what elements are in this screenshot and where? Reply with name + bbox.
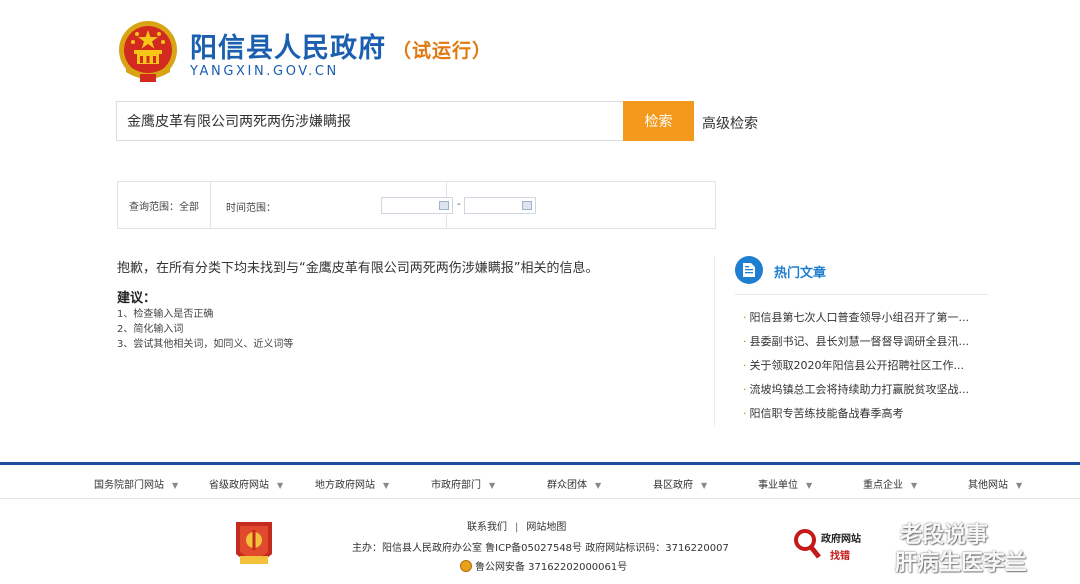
suggestion-item: 2、简化输入词 <box>117 324 184 335</box>
watermark-line-2: 肝病生医李兰 <box>895 551 1028 576</box>
hot-article-link[interactable]: 关于领取2020年阳信县公开招聘社区工作... <box>743 354 993 378</box>
advanced-search-link[interactable]: 高级检索 <box>702 113 758 133</box>
footer-host-info: 主办：阳信县人民政府办公室 鲁ICP备05027548号 政府网站标识码：371… <box>352 543 729 554</box>
party-government-badge-icon[interactable] <box>232 520 276 570</box>
scope-filter[interactable]: 查询范围：全部 <box>118 182 211 228</box>
chevron-down-icon: ▼ <box>595 481 602 490</box>
nav-label: 地方政府网站 <box>315 480 375 491</box>
nav-local[interactable]: 地方政府网站 ▼ <box>315 476 389 491</box>
start-date-input[interactable] <box>381 197 453 214</box>
site-links-nav: 国务院部门网站 ▼ 省级政府网站 ▼ 地方政府网站 ▼ 市政府部门 ▼ 群众团体 ▼ 县区… <box>0 465 1080 499</box>
site-title-text: 阳信县人民政府 <box>190 33 386 64</box>
nav-county[interactable]: 县区政府 ▼ <box>653 476 707 491</box>
gov-mark-subtitle: 找错 <box>830 551 850 562</box>
suggestion-title: 建议： <box>117 291 157 306</box>
search-button[interactable]: 检索 <box>623 101 694 141</box>
chevron-down-icon: ▼ <box>489 481 496 490</box>
chevron-down-icon: ▼ <box>701 481 708 490</box>
police-record-text: 鲁公网安备 37162202000061号 <box>475 562 628 573</box>
calendar-icon[interactable] <box>439 201 449 210</box>
chevron-down-icon: ▼ <box>911 481 918 490</box>
time-filter: 时间范围： - <box>212 182 536 228</box>
sitemap-link[interactable]: 网站地图 <box>526 522 566 533</box>
date-separator: - <box>457 199 461 210</box>
nav-label: 群众团体 <box>547 480 587 491</box>
hot-article-link[interactable]: 阳信县第七次人口普查领导小组召开了第一... <box>743 306 993 330</box>
suggestion-item: 3、尝试其他相关词，如同义、近义词等 <box>117 339 294 350</box>
weibo-icon <box>872 530 893 548</box>
site-header: 阳信县人民政府 （试运行） YANGXIN.GOV.CN <box>118 18 718 88</box>
magnifier-icon <box>792 527 822 561</box>
link-separator: | <box>515 522 519 533</box>
nav-label: 省级政府网站 <box>209 480 269 491</box>
suggestion-list: 1、检查输入是否正确 2、简化输入词 3、尝试其他相关词，如同义、近义词等 <box>117 307 293 352</box>
hot-article-link[interactable]: 阳信职专苦练技能备战春季高考 <box>743 402 993 426</box>
site-title[interactable]: 阳信县人民政府 （试运行） <box>190 26 492 65</box>
nav-label: 国务院部门网站 <box>94 480 164 491</box>
site-domain: YANGXIN.GOV.CN <box>190 64 339 79</box>
contact-link[interactable]: 联系我们 <box>467 522 507 533</box>
nav-label: 重点企业 <box>863 480 903 491</box>
national-emblem-icon <box>119 21 177 82</box>
gov-site-error-report[interactable]: 政府网站 找错 <box>792 527 876 563</box>
chevron-down-icon: ▼ <box>1016 481 1023 490</box>
nav-enterprises[interactable]: 重点企业 ▼ <box>863 476 917 491</box>
column-divider <box>714 256 715 426</box>
calendar-icon[interactable] <box>522 201 532 210</box>
chevron-down-icon: ▼ <box>172 481 179 490</box>
nav-label: 市政府部门 <box>431 480 481 491</box>
nav-groups[interactable]: 群众团体 ▼ <box>547 476 601 491</box>
hot-articles-list: 阳信县第七次人口普查领导小组召开了第一... 县委副书记、县长刘慧一督督导调研全… <box>743 306 993 426</box>
chevron-down-icon: ▼ <box>277 481 284 490</box>
gov-mark-title: 政府网站 <box>821 534 861 545</box>
footer-police-record[interactable]: 鲁公网安备 37162202000061号 <box>460 558 627 573</box>
chevron-down-icon: ▼ <box>806 481 813 490</box>
trial-label: （试运行） <box>392 40 493 62</box>
nav-others[interactable]: 其他网站 ▼ <box>968 476 1022 491</box>
search-box <box>116 101 624 141</box>
nav-label: 县区政府 <box>653 480 693 491</box>
end-date-input[interactable] <box>464 197 536 214</box>
nav-institutions[interactable]: 事业单位 ▼ <box>758 476 812 491</box>
police-badge-icon <box>460 559 472 572</box>
nav-label: 事业单位 <box>758 480 798 491</box>
suggestion-item: 1、检查输入是否正确 <box>117 309 214 320</box>
nav-state-council[interactable]: 国务院部门网站 ▼ <box>94 476 178 491</box>
chevron-down-icon: ▼ <box>383 481 390 490</box>
hot-articles-title: 热门文章 <box>774 266 827 281</box>
nav-provincial[interactable]: 省级政府网站 ▼ <box>209 476 283 491</box>
hot-articles-divider <box>735 294 988 295</box>
footer-links: 联系我们 | 网站地图 <box>467 518 566 533</box>
hot-article-link[interactable]: 流坡坞镇总工会将持续助力打赢脱贫攻坚战... <box>743 378 993 402</box>
filter-panel: 查询范围：全部 时间范围： - <box>117 181 716 229</box>
no-result-message: 抱歉，在所有分类下均未找到与“金鹰皮革有限公司两死两伤涉嫌瞒报”相关的信息。 <box>117 261 599 276</box>
search-input[interactable] <box>117 102 624 140</box>
hot-article-link[interactable]: 县委副书记、县长刘慧一督督导调研全县汛... <box>743 330 993 354</box>
time-range-label: 时间范围： <box>226 203 276 214</box>
document-icon <box>735 256 763 284</box>
nav-label: 其他网站 <box>968 480 1008 491</box>
nav-city[interactable]: 市政府部门 ▼ <box>431 476 495 491</box>
